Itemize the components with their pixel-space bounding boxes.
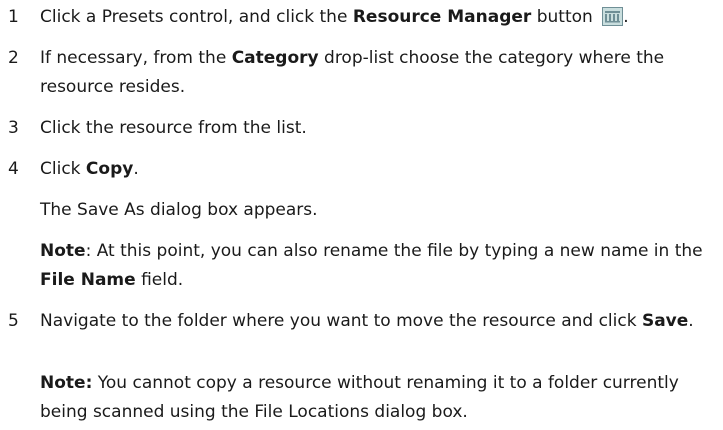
step-number: 2 bbox=[8, 48, 19, 68]
note-label: Note: bbox=[40, 373, 93, 393]
step-5-note: Note: You cannot copy a resource without… bbox=[40, 373, 679, 422]
note-label: Note bbox=[40, 241, 86, 261]
step-number: 4 bbox=[8, 159, 19, 179]
step-text: Click the resource from the list. bbox=[40, 118, 307, 138]
step-number: 3 bbox=[8, 118, 19, 138]
file-name-label: File Name bbox=[40, 270, 136, 290]
step-4-result: The Save As dialog box appears. bbox=[40, 200, 318, 220]
step-text: Navigate to the folder where you want to… bbox=[40, 311, 694, 331]
save-label: Save bbox=[641, 311, 689, 331]
step-4-note: Note: At this point, you can also rename… bbox=[40, 241, 703, 290]
step-number: 1 bbox=[8, 7, 19, 27]
resource-manager-label: Resource Manager bbox=[352, 7, 532, 27]
instruction-document: 1 Click a Presets control, and click the… bbox=[0, 0, 723, 430]
step-number: 5 bbox=[8, 311, 19, 331]
category-label: Category bbox=[231, 48, 319, 68]
resource-manager-icon bbox=[602, 7, 624, 26]
step-text: If necessary, from the Category drop-lis… bbox=[40, 48, 665, 97]
step-text: Click a Presets control, and click the R… bbox=[40, 7, 629, 27]
step-text: Click Copy. bbox=[40, 159, 139, 179]
copy-label: Copy bbox=[85, 159, 134, 179]
